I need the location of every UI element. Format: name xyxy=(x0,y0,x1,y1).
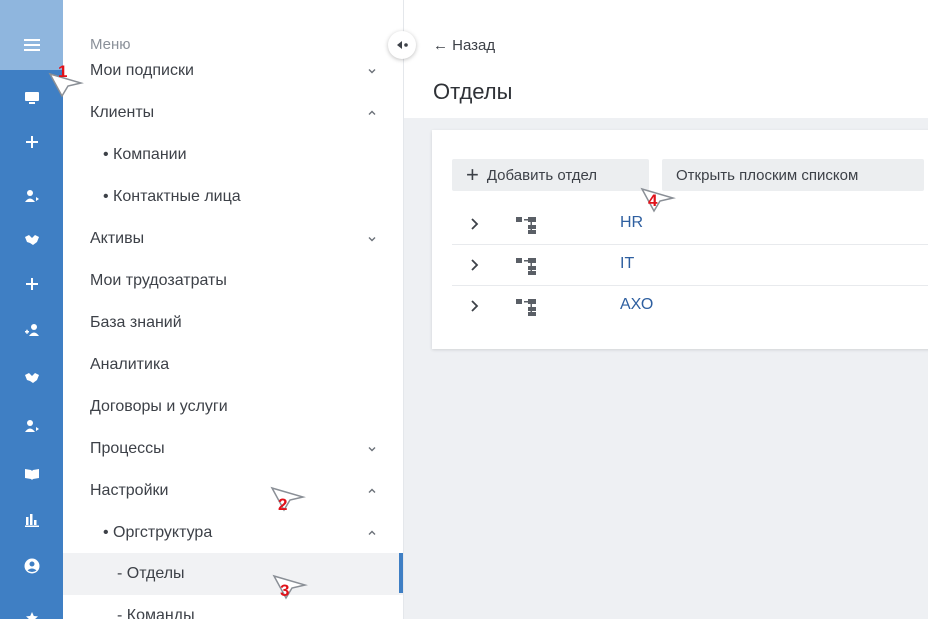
menu-item-knowledge-base[interactable]: База знаний xyxy=(63,302,403,344)
collapse-menu-button[interactable] xyxy=(388,31,416,59)
chevron-down-icon xyxy=(368,447,376,452)
menu-item-label: • Компании xyxy=(103,146,187,163)
menu-icon[interactable] xyxy=(0,25,63,65)
chevron-up-icon xyxy=(368,110,376,115)
department-row-axo[interactable]: АХО xyxy=(452,286,928,327)
department-name[interactable]: IT xyxy=(620,255,634,273)
menu-item-analytics[interactable]: Аналитика xyxy=(63,344,403,386)
menu-item-label: Клиенты xyxy=(90,104,155,121)
menu-item-teams[interactable]: - Команды xyxy=(63,595,403,619)
menu-item-label: - Отделы xyxy=(117,565,185,582)
plus-icon[interactable] xyxy=(0,264,63,304)
account-circle-icon[interactable] xyxy=(0,546,63,586)
menu-item-label: Процессы xyxy=(90,440,165,457)
department-name[interactable]: HR xyxy=(620,214,643,232)
annotation-step-number: 3 xyxy=(280,581,290,600)
cursor-pointer-icon xyxy=(270,486,306,512)
org-structure-icon xyxy=(516,299,536,316)
chevron-up-icon xyxy=(368,488,376,493)
back-link[interactable]: ← Назад xyxy=(433,37,495,54)
menu-item-label: Мои подписки xyxy=(90,62,194,79)
plus-icon[interactable] xyxy=(0,122,63,162)
menu-item-label: Настройки xyxy=(90,482,169,499)
open-flat-list-label: Открыть плоским списком xyxy=(676,166,859,184)
user-arrow-icon[interactable] xyxy=(0,406,63,446)
menu-item-org-structure[interactable]: • Оргструктура xyxy=(63,512,403,554)
annotation-step-number: 4 xyxy=(648,191,658,210)
page-title: Отделы xyxy=(433,79,513,104)
menu-item-label: Аналитика xyxy=(90,356,170,373)
active-indicator xyxy=(399,553,403,593)
annotation-step-number: 2 xyxy=(278,495,288,514)
open-flat-list-button[interactable]: Открыть плоским списком xyxy=(662,159,924,191)
org-structure-icon xyxy=(516,217,536,234)
user-arrow-icon[interactable] xyxy=(0,176,63,216)
menu-item-label: • Контактные лица xyxy=(103,188,241,205)
menu-item-departments[interactable]: - Отделы xyxy=(63,553,403,595)
chevron-right-icon[interactable] xyxy=(468,299,482,313)
side-menu: Меню Мои подписки Клиенты • Компании • К… xyxy=(63,0,404,619)
chevron-down-icon xyxy=(368,237,376,242)
chart-icon[interactable] xyxy=(0,500,63,540)
chevron-right-icon[interactable] xyxy=(468,258,482,272)
user-add-icon[interactable] xyxy=(0,310,63,350)
menu-item-companies[interactable]: • Компании xyxy=(63,134,403,176)
cursor-pointer-icon xyxy=(640,187,676,213)
menu-item-label: Мои трудозатраты xyxy=(90,272,227,289)
menu-item-label: Активы xyxy=(90,230,145,247)
menu-item-label: - Команды xyxy=(117,607,195,619)
department-row-hr[interactable]: HR xyxy=(452,204,928,245)
department-name[interactable]: АХО xyxy=(620,296,653,314)
handshake-icon[interactable] xyxy=(0,358,63,398)
menu-item-contacts[interactable]: • Контактные лица xyxy=(63,176,403,218)
menu-item-label: • Оргструктура xyxy=(103,524,213,541)
menu-item-assets[interactable]: Активы xyxy=(63,218,403,260)
org-structure-icon xyxy=(516,258,536,275)
chevron-down-icon xyxy=(368,69,376,74)
plus-icon: + xyxy=(466,162,479,187)
department-row-it[interactable]: IT xyxy=(452,245,928,286)
menu-item-processes[interactable]: Процессы xyxy=(63,428,403,470)
annotation-step-number: 1 xyxy=(58,62,68,81)
handshake-icon[interactable] xyxy=(0,220,63,260)
menu-item-label: База знаний xyxy=(90,314,182,331)
menu-item-my-timesheets[interactable]: Мои трудозатраты xyxy=(63,260,403,302)
menu-item-contracts-services[interactable]: Договоры и услуги xyxy=(63,386,403,428)
menu-item-label: Договоры и услуги xyxy=(90,398,228,415)
star-icon[interactable] xyxy=(0,598,63,619)
chevron-up-icon xyxy=(368,530,376,535)
page-header: ← Назад Отделы xyxy=(404,0,928,118)
menu-item-my-subscriptions[interactable]: Мои подписки xyxy=(63,50,403,92)
add-department-label: Добавить отдел xyxy=(486,166,598,184)
menu-item-clients[interactable]: Клиенты xyxy=(63,92,403,134)
menu-item-settings[interactable]: Настройки xyxy=(63,470,403,512)
book-icon[interactable] xyxy=(0,454,63,494)
chevron-right-icon[interactable] xyxy=(468,217,482,231)
collapse-arrow-icon xyxy=(397,41,408,49)
add-department-button[interactable]: + Добавить отдел xyxy=(452,159,649,191)
cursor-pointer-icon xyxy=(272,574,308,600)
